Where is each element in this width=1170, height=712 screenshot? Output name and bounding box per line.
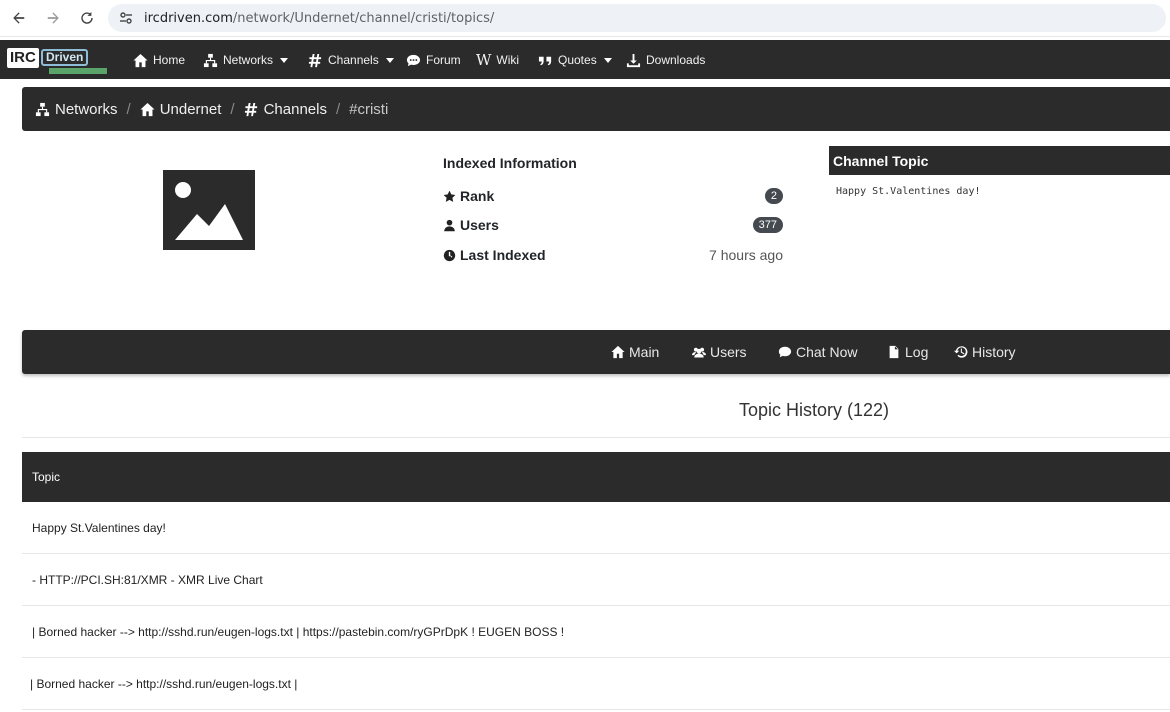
caret-down-icon xyxy=(385,57,394,63)
reload-icon[interactable] xyxy=(76,7,98,29)
logo-driven: Driven xyxy=(41,49,89,66)
file-icon xyxy=(889,345,899,359)
breadcrumb-separator: / xyxy=(230,100,235,118)
breadcrumb-undernet[interactable]: Undernet xyxy=(140,100,222,118)
breadcrumb-networks-label: Networks xyxy=(55,100,118,118)
home-icon xyxy=(140,102,155,116)
tab-log[interactable]: Log xyxy=(887,342,928,362)
breadcrumb-undernet-label: Undernet xyxy=(159,100,222,118)
tab-users-label: Users xyxy=(710,344,747,360)
table-row: Happy St.Valentines day! xyxy=(22,502,1170,554)
nav-downloads[interactable]: Downloads xyxy=(626,50,705,70)
info-last-indexed-label: Last Indexed xyxy=(460,247,546,263)
address-bar[interactable]: ircdriven.com/network/Undernet/channel/c… xyxy=(108,4,1166,32)
nav-networks-label: Networks xyxy=(223,53,274,67)
nav-quotes[interactable]: Quotes xyxy=(538,50,612,70)
tab-users[interactable]: Users xyxy=(692,342,747,362)
browser-toolbar: ircdriven.com/network/Undernet/channel/c… xyxy=(0,0,1170,37)
caret-down-icon xyxy=(603,57,612,63)
table-header-topic: Topic xyxy=(22,452,1170,502)
topic-history-title: Topic History (122) xyxy=(739,400,890,420)
nav-wiki-label: Wiki xyxy=(496,53,520,67)
breadcrumb-separator: / xyxy=(335,100,341,118)
breadcrumb-channels-label: Channels xyxy=(263,100,327,118)
network-icon xyxy=(35,102,50,116)
users-badge: 377 xyxy=(752,217,783,233)
clock-icon xyxy=(443,249,456,261)
nav-quotes-label: Quotes xyxy=(558,53,597,67)
site-logo[interactable]: IRC Driven xyxy=(7,48,107,74)
info-last-indexed-row: Last Indexed 7 hours ago xyxy=(443,244,783,266)
nav-forum[interactable]: Forum xyxy=(406,50,461,70)
channel-topic-title: Channel Topic xyxy=(829,146,1170,175)
download-icon xyxy=(626,53,641,67)
indexed-information-title: Indexed Information xyxy=(443,155,577,171)
last-indexed-value: 7 hours ago xyxy=(709,247,783,263)
logo-underline xyxy=(49,68,107,74)
channel-topic-text: Happy St.Valentines day! xyxy=(836,186,981,197)
url-host: ircdriven.com xyxy=(144,10,233,26)
breadcrumb-channel: #cristi xyxy=(349,100,389,118)
nav-forum-label: Forum xyxy=(426,53,461,67)
table-row: | Borned hacker --> http://sshd.run/euge… xyxy=(22,606,1170,658)
nav-wiki[interactable]: W Wiki xyxy=(476,50,519,70)
breadcrumb-networks[interactable]: Networks xyxy=(35,101,118,118)
hashtag-icon xyxy=(308,53,322,67)
logo-irc: IRC xyxy=(7,48,39,68)
comment-dots-icon xyxy=(406,54,421,66)
back-icon[interactable] xyxy=(8,7,30,29)
site-settings-icon[interactable] xyxy=(118,10,134,26)
tab-history-label: History xyxy=(972,344,1016,360)
info-rank-label: Rank xyxy=(460,188,495,204)
table-row: | Borned hacker --> http://sshd.run/euge… xyxy=(22,658,1170,710)
tab-chat-now-label: Chat Now xyxy=(796,344,858,360)
history-icon xyxy=(954,346,968,358)
nav-downloads-label: Downloads xyxy=(646,53,706,67)
topic-history-table: Topic Happy St.Valentines day! - HTTP://… xyxy=(22,452,1170,710)
info-users-label: Users xyxy=(460,217,499,233)
home-icon xyxy=(611,345,625,359)
users-icon xyxy=(692,347,706,358)
breadcrumb-separator: / xyxy=(126,100,131,118)
table-row: - HTTP://PCI.SH:81/XMR - XMR Live Chart xyxy=(22,554,1170,606)
quote-icon xyxy=(538,56,552,65)
tab-history[interactable]: History xyxy=(954,342,1016,362)
tab-chat-now[interactable]: Chat Now xyxy=(778,342,857,362)
url-path: /network/Undernet/channel/cristi/topics/ xyxy=(232,10,495,26)
comment-icon xyxy=(778,346,792,358)
home-icon xyxy=(133,53,148,67)
user-icon xyxy=(444,219,455,231)
tab-log-label: Log xyxy=(905,344,929,360)
tab-main[interactable]: Main xyxy=(611,342,659,362)
caret-down-icon xyxy=(280,57,289,63)
network-icon xyxy=(203,53,218,67)
channel-image-placeholder-icon xyxy=(163,170,255,250)
star-icon xyxy=(443,190,456,202)
wikipedia-icon: W xyxy=(476,51,492,69)
info-users-row: Users 377 xyxy=(443,214,783,236)
nav-home[interactable]: Home xyxy=(133,50,185,70)
breadcrumb: Networks / Undernet / Channels / #cristi xyxy=(22,87,1170,131)
forward-icon[interactable] xyxy=(42,7,64,29)
main-navbar: IRC Driven Home Networks Channels Forum … xyxy=(0,40,1170,79)
breadcrumb-channels[interactable]: Channels xyxy=(244,101,327,118)
nav-home-label: Home xyxy=(153,53,186,67)
nav-channels[interactable]: Channels xyxy=(308,50,394,70)
channel-tabs: Main Users Chat Now Log History xyxy=(22,330,1170,374)
nav-channels-label: Channels xyxy=(328,53,379,67)
tab-main-label: Main xyxy=(629,344,660,360)
divider xyxy=(22,437,1170,438)
nav-networks[interactable]: Networks xyxy=(203,50,289,70)
info-rank-row: Rank 2 xyxy=(443,185,783,207)
hashtag-icon xyxy=(244,102,257,116)
rank-badge: 2 xyxy=(764,188,783,204)
